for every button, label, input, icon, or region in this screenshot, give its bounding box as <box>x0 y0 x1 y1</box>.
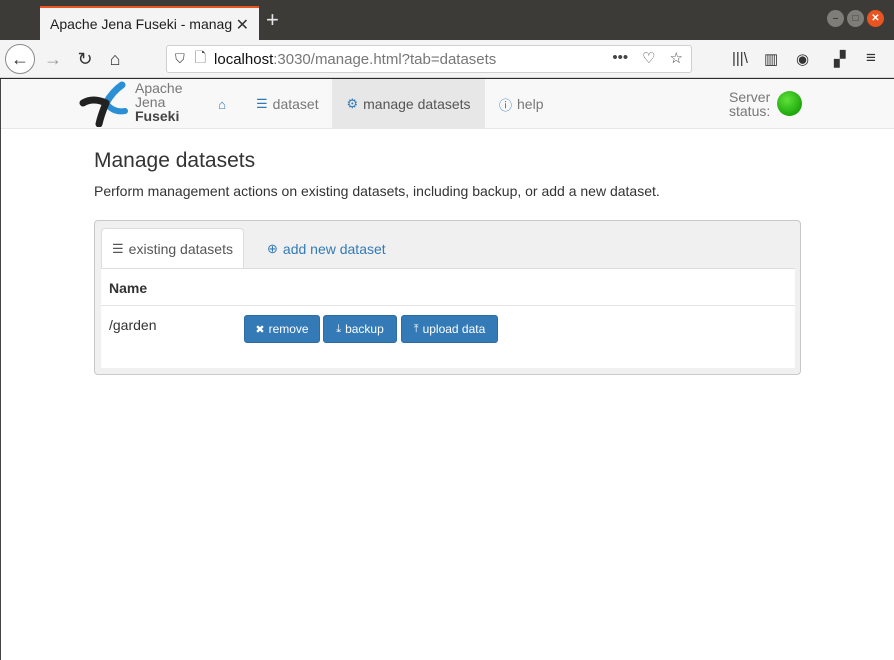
column-header-name: Name <box>109 280 148 296</box>
browser-toolbar: ← → ↻ ⌂ ⛉ 🗋 localhost:3030/manage.html?t… <box>0 40 894 78</box>
nav-manage-datasets[interactable]: ⚙ manage datasets <box>332 79 485 129</box>
nav-manage-label: manage datasets <box>363 96 471 112</box>
brand-line-fuseki: Fuseki <box>135 108 180 124</box>
nav-help[interactable]: ⓘ help <box>491 79 551 129</box>
library-icon[interactable]: |||\ <box>732 50 748 67</box>
nav-dataset[interactable]: ☰ dataset <box>248 79 327 129</box>
account-icon[interactable]: ◉ <box>796 50 809 68</box>
menu-icon[interactable]: ≡ <box>866 48 876 68</box>
page-description: Perform management actions on existing d… <box>94 183 660 199</box>
fuseki-brand[interactable]: Apache Jena Fuseki <box>135 81 182 123</box>
close-tab-icon[interactable]: ✕ <box>236 15 249 35</box>
brand-line-jena: Jena <box>135 94 166 110</box>
window-controls: – □ ✕ <box>827 10 884 27</box>
nav-help-label: help <box>517 96 544 112</box>
server-status-line2: status: <box>729 103 771 119</box>
dataset-name: /garden <box>109 317 157 333</box>
pocket-icon[interactable]: ♡ <box>642 49 655 67</box>
database-icon: ☰ <box>112 241 124 256</box>
tab-add-label: add new dataset <box>282 240 386 257</box>
maximize-icon[interactable]: □ <box>847 10 864 27</box>
server-status-label: Server status: <box>729 90 770 118</box>
plus-circle-icon: ⊕ <box>267 240 278 256</box>
sidebar-icon[interactable]: ▥ <box>764 50 778 68</box>
browser-titlebar: Apache Jena Fuseki - manag ✕ + – □ ✕ <box>0 0 894 40</box>
database-icon: ☰ <box>256 96 268 111</box>
reload-icon[interactable]: ↻ <box>72 46 98 72</box>
table-divider <box>101 305 795 306</box>
tab-existing-datasets[interactable]: ☰ existing datasets <box>101 228 244 269</box>
upload-icon: ⤒ <box>413 322 419 335</box>
remove-icon: ✖ <box>255 323 265 336</box>
address-bar[interactable]: ⛉ 🗋 localhost:3030/manage.html?tab=datas… <box>166 45 692 73</box>
page-title: Manage datasets <box>94 149 256 172</box>
forward-arrow-icon[interactable]: → <box>40 46 66 72</box>
new-tab-icon[interactable]: + <box>266 7 279 33</box>
browser-tab[interactable]: Apache Jena Fuseki - manag ✕ <box>40 6 259 40</box>
remove-label: remove <box>268 322 309 336</box>
page-viewport: Apache Jena Fuseki ⌂ ☰ dataset ⚙ manage … <box>0 79 894 660</box>
tab-existing-label: existing datasets <box>128 241 233 257</box>
brand-line-apache: Apache <box>135 80 183 96</box>
remove-button[interactable]: ✖ remove <box>244 315 320 343</box>
backup-button[interactable]: ⤓ backup <box>323 315 397 343</box>
server-status-line1: Server <box>729 89 771 105</box>
page-icon: 🗋 <box>194 49 207 65</box>
nav-home[interactable]: ⌂ <box>206 79 238 129</box>
upload-data-button[interactable]: ⤒ upload data <box>401 315 498 343</box>
cogs-icon: ⚙ <box>346 96 359 111</box>
home-icon: ⌂ <box>218 96 226 112</box>
browser-tab-title: Apache Jena Fuseki - manag <box>50 16 232 32</box>
info-icon: ⓘ <box>499 97 513 113</box>
page-actions-icon[interactable]: ••• <box>612 49 628 67</box>
backup-label: backup <box>345 322 384 336</box>
fuseki-logo-icon[interactable] <box>79 81 133 127</box>
nav-dataset-label: dataset <box>272 96 319 112</box>
close-window-icon[interactable]: ✕ <box>867 10 884 27</box>
back-arrow-icon[interactable]: ← <box>5 44 35 74</box>
url-text[interactable]: localhost:3030/manage.html?tab=datasets <box>214 51 496 68</box>
datasets-table: Name /garden ✖ remove ⤓ backup ⤒ upload … <box>101 268 795 368</box>
upload-label: upload data <box>422 322 486 336</box>
datasets-panel: ☰ existing datasets ⊕ add new dataset Na… <box>94 220 801 375</box>
shield-icon[interactable]: ⛉ <box>175 51 185 67</box>
download-icon: ⤓ <box>336 322 342 335</box>
server-status-indicator <box>777 91 802 116</box>
fuseki-navbar: Apache Jena Fuseki ⌂ ☰ dataset ⚙ manage … <box>1 79 894 129</box>
bookmark-star-icon[interactable]: ☆ <box>670 49 683 67</box>
tab-add-new-dataset[interactable]: ⊕ add new dataset <box>267 228 386 269</box>
home-icon[interactable]: ⌂ <box>102 46 128 72</box>
extensions-icon[interactable]: ▞ <box>834 50 846 68</box>
minimize-icon[interactable]: – <box>827 10 844 27</box>
